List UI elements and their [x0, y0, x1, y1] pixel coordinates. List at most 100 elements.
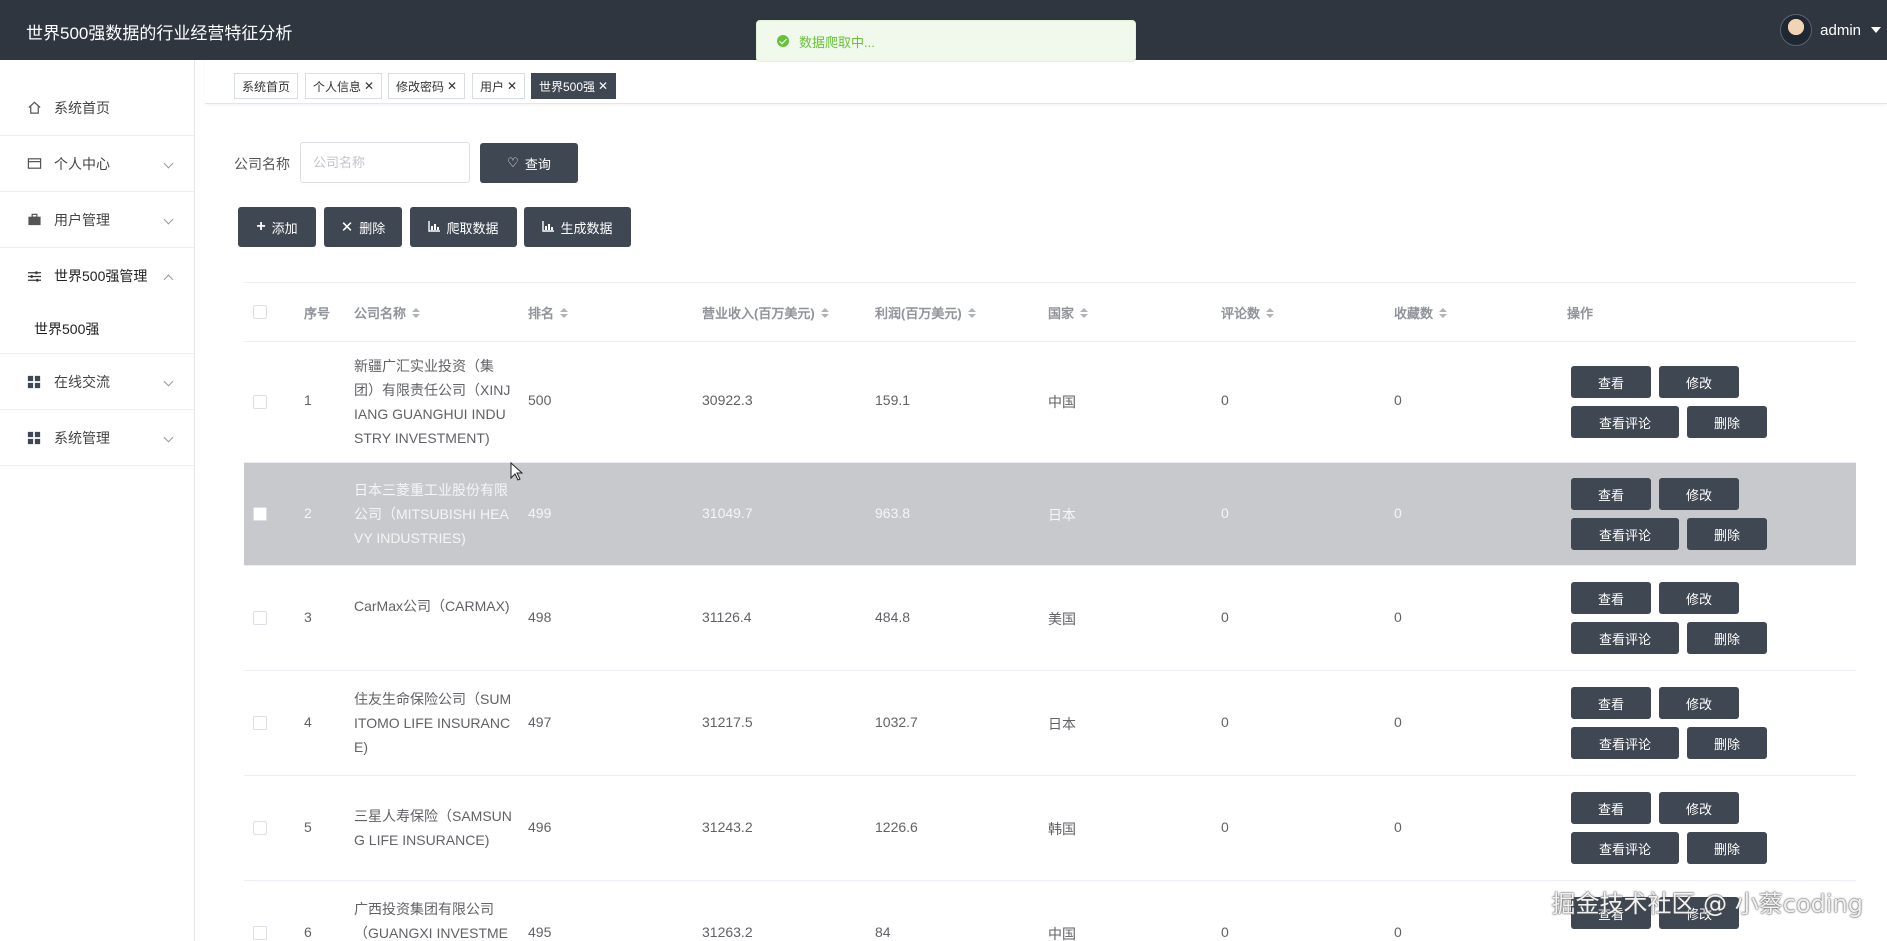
data-table: 序号 公司名称 排名 营业收入(百万美元) 利润(百万美元) 国家 评论数 收藏…	[244, 282, 1856, 941]
search-button[interactable]: ♡ 查询	[480, 143, 578, 183]
sidebar-item-system[interactable]: 系统管理	[0, 410, 194, 466]
header-rank[interactable]: 排名	[528, 303, 569, 322]
cell-no: 1	[304, 392, 312, 408]
sort-icon[interactable]	[820, 307, 829, 318]
user-name[interactable]: admin	[1820, 22, 1861, 39]
view-comments-button[interactable]: 查看评论	[1571, 832, 1679, 864]
avatar[interactable]	[1780, 14, 1813, 46]
sidebar-item-profile[interactable]: 个人中心	[0, 136, 194, 192]
cell-favorites: 0	[1394, 505, 1402, 521]
close-icon[interactable]: ✕	[364, 79, 374, 93]
header-no: 序号	[304, 306, 331, 321]
close-icon[interactable]: ✕	[447, 79, 457, 93]
sidebar: 系统首页 个人中心 用户管理 世界500强管理 世界500强 在线交流 系统管理	[0, 60, 195, 941]
header-company[interactable]: 公司名称	[354, 303, 421, 322]
table-row[interactable]: 1 新疆广汇实业投资（集团）有限责任公司（XINJIANG GUANGHUI I…	[244, 342, 1856, 463]
generate-data-button[interactable]: 生成数据	[524, 207, 631, 247]
header-revenue[interactable]: 营业收入(百万美元)	[702, 303, 829, 322]
grid-icon	[26, 430, 42, 446]
cell-comments: 0	[1221, 924, 1229, 940]
row-delete-button[interactable]: 删除	[1687, 518, 1767, 550]
view-button[interactable]: 查看	[1571, 687, 1651, 719]
view-comments-button[interactable]: 查看评论	[1571, 727, 1679, 759]
company-name-input[interactable]	[300, 142, 470, 183]
sort-icon[interactable]	[560, 307, 569, 318]
sort-icon[interactable]	[1439, 307, 1448, 318]
edit-button[interactable]: 修改	[1659, 792, 1739, 824]
header-label: 排名	[528, 306, 555, 321]
tab-label: 个人信息	[313, 79, 362, 94]
sidebar-item-users[interactable]: 用户管理	[0, 192, 194, 248]
edit-button[interactable]: 修改	[1659, 582, 1739, 614]
row-checkbox[interactable]	[253, 716, 267, 730]
row-checkbox[interactable]	[253, 611, 267, 625]
row-delete-button[interactable]: 删除	[1687, 622, 1767, 654]
row-delete-button[interactable]: 删除	[1687, 406, 1767, 438]
user-menu[interactable]: admin	[1780, 14, 1881, 46]
cell-favorites: 0	[1394, 609, 1402, 625]
view-comments-button[interactable]: 查看评论	[1571, 406, 1679, 438]
sidebar-item-label: 系统管理	[54, 429, 110, 446]
view-button[interactable]: 查看	[1571, 792, 1651, 824]
header-profit[interactable]: 利润(百万美元)	[875, 303, 976, 322]
table-row[interactable]: 2 日本三菱重工业股份有限公司（MITSUBISHI HEAVY INDUSTR…	[244, 463, 1856, 566]
row-checkbox[interactable]	[253, 507, 267, 521]
row-checkbox[interactable]	[253, 926, 267, 940]
sidebar-item-label: 在线交流	[54, 373, 110, 390]
close-icon[interactable]: ✕	[507, 79, 517, 93]
cell-rank: 500	[528, 392, 552, 408]
header-comments[interactable]: 评论数	[1221, 303, 1275, 322]
row-delete-button[interactable]: 删除	[1687, 727, 1767, 759]
view-comments-button[interactable]: 查看评论	[1571, 622, 1679, 654]
row-delete-button[interactable]: 删除	[1687, 832, 1767, 864]
edit-button[interactable]: 修改	[1659, 687, 1739, 719]
view-button[interactable]: 查看	[1571, 582, 1651, 614]
edit-button[interactable]: 修改	[1659, 366, 1739, 398]
row-checkbox[interactable]	[253, 395, 267, 409]
view-button[interactable]: 查看	[1571, 366, 1651, 398]
sidebar-item-home[interactable]: 系统首页	[0, 80, 194, 136]
table-row[interactable]: 5 三星人寿保险（SAMSUNG LIFE INSURANCE) 496 312…	[244, 776, 1856, 881]
tab-top500[interactable]: 世界500强 ✕	[531, 73, 617, 99]
sort-icon[interactable]	[967, 307, 976, 318]
header-country[interactable]: 国家	[1048, 303, 1089, 322]
chevron-up-icon	[163, 274, 174, 285]
cell-revenue: 31126.4	[702, 609, 752, 625]
home-icon	[26, 100, 42, 116]
view-button[interactable]: 查看	[1571, 478, 1651, 510]
cell-company: 日本三菱重工业股份有限公司（MITSUBISHI HEAVY INDUSTRIE…	[354, 482, 509, 546]
tab-password[interactable]: 修改密码 ✕	[388, 73, 466, 99]
sort-icon[interactable]	[1080, 307, 1089, 318]
watermark: 掘金技术社区 @ 小蔡coding	[1551, 890, 1863, 918]
close-icon[interactable]: ✕	[598, 79, 608, 93]
header-favorites[interactable]: 收藏数	[1394, 303, 1448, 322]
tab-home[interactable]: 系统首页	[234, 73, 299, 99]
tab-profile[interactable]: 个人信息 ✕	[305, 73, 383, 99]
header-label: 营业收入(百万美元)	[702, 306, 815, 321]
briefcase-icon	[26, 212, 42, 228]
sidebar-item-label: 个人中心	[54, 155, 110, 172]
table-row[interactable]: 3 CarMax公司（CARMAX) 498 31126.4 484.8 美国 …	[244, 566, 1856, 671]
chevron-down-icon	[163, 158, 174, 169]
caret-down-icon[interactable]	[1871, 27, 1881, 33]
delete-button[interactable]: ✕ 删除	[324, 207, 402, 247]
row-checkbox[interactable]	[253, 821, 267, 835]
cell-rank: 496	[528, 819, 552, 835]
table-row[interactable]: 4 住友生命保险公司（SUMITOMO LIFE INSURANCE) 497 …	[244, 671, 1856, 776]
select-all-checkbox[interactable]	[253, 305, 267, 319]
sidebar-subitem-top500[interactable]: 世界500强	[0, 304, 194, 354]
tab-users[interactable]: 用户 ✕	[472, 73, 526, 99]
header-label: 国家	[1048, 306, 1075, 321]
add-button[interactable]: + 添加	[238, 207, 316, 247]
view-comments-button[interactable]: 查看评论	[1571, 518, 1679, 550]
mouse-cursor-icon	[510, 462, 524, 481]
sidebar-item-top500-mgmt[interactable]: 世界500强管理	[0, 248, 194, 304]
chevron-down-icon	[163, 376, 174, 387]
sidebar-item-chat[interactable]: 在线交流	[0, 354, 194, 410]
sort-icon[interactable]	[1266, 307, 1275, 318]
crawl-data-button[interactable]: 爬取数据	[410, 207, 517, 247]
generate-data-button-label: 生成数据	[560, 220, 613, 236]
tab-label: 世界500强	[539, 79, 596, 94]
edit-button[interactable]: 修改	[1659, 478, 1739, 510]
sort-icon[interactable]	[412, 307, 421, 318]
